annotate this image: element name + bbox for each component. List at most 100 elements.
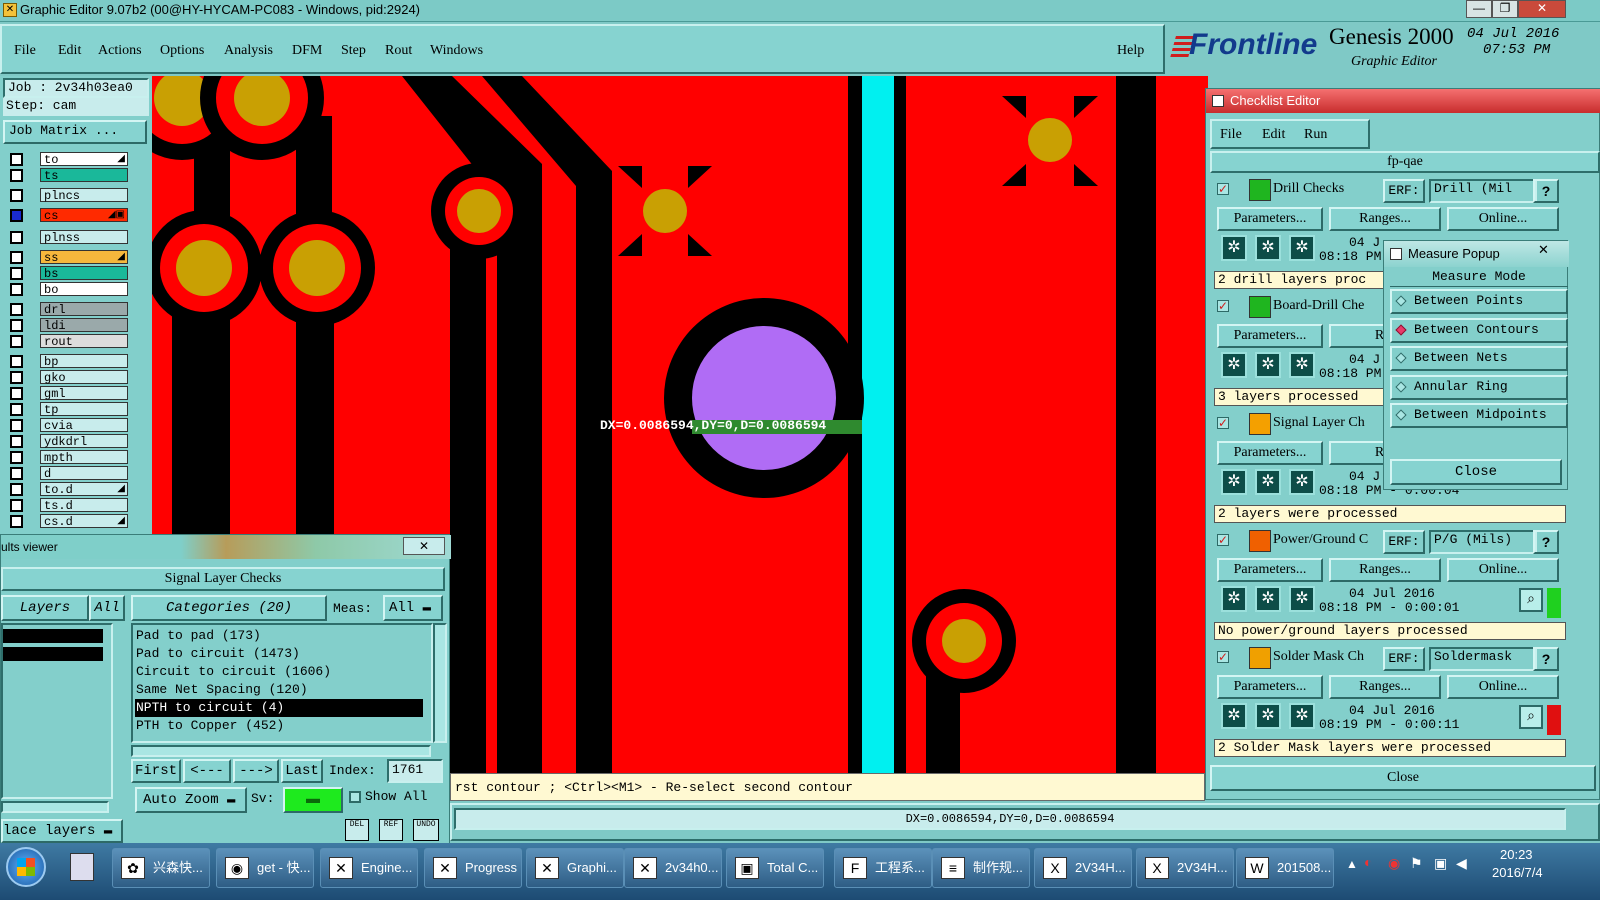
- taskbar-item[interactable]: F 工程系...: [834, 848, 932, 888]
- category-scrollbar[interactable]: [433, 623, 447, 743]
- close-button[interactable]: ✕: [1518, 0, 1566, 18]
- taskbar-item[interactable]: ✕ 2v34h0...: [624, 848, 722, 888]
- run-check-icon[interactable]: ✲: [1289, 469, 1315, 495]
- measure-close-button[interactable]: Close: [1390, 459, 1562, 485]
- ref-button[interactable]: REF: [379, 819, 403, 841]
- taskbar-item[interactable]: ✕ Progress: [424, 848, 522, 888]
- layer-checkbox[interactable]: [10, 451, 23, 464]
- tray-icon-2[interactable]: ◉: [1388, 856, 1400, 873]
- parameters-button[interactable]: Parameters...: [1217, 675, 1323, 699]
- layer-name[interactable]: cs ◢▣: [40, 208, 128, 223]
- layer-name[interactable]: tp: [40, 402, 128, 417]
- start-button[interactable]: [6, 847, 46, 887]
- category-item[interactable]: Same Net Spacing (120): [135, 681, 423, 699]
- measure-mode-option[interactable]: Between Points: [1390, 289, 1568, 314]
- taskbar-item[interactable]: ◉ get - 快...: [216, 848, 314, 888]
- run-check-icon[interactable]: ✲: [1221, 703, 1247, 729]
- run-check-icon[interactable]: ✲: [1221, 235, 1247, 261]
- index-field[interactable]: 1761: [387, 759, 443, 783]
- last-button[interactable]: Last: [281, 759, 323, 783]
- check-enabled-checkbox[interactable]: ✓: [1217, 417, 1229, 429]
- layer-row[interactable]: ldi: [6, 318, 128, 333]
- menu-actions[interactable]: Actions: [98, 43, 142, 59]
- layer-name[interactable]: ts.d: [40, 498, 128, 513]
- ranges-button[interactable]: Ranges...: [1329, 207, 1441, 231]
- layer-name[interactable]: ts: [40, 168, 128, 183]
- category-item[interactable]: Circuit to circuit (1606): [135, 663, 423, 681]
- layer-name[interactable]: bp: [40, 354, 128, 369]
- check-title[interactable]: Solder Mask Ch: [1273, 649, 1381, 665]
- layers-all-button[interactable]: All: [89, 595, 125, 621]
- checklist-close-button[interactable]: Close: [1210, 765, 1596, 791]
- menu-file[interactable]: File: [14, 43, 36, 59]
- run-check-icon[interactable]: ✲: [1221, 586, 1247, 612]
- check-title[interactable]: Board-Drill Che: [1273, 298, 1381, 314]
- parameters-button[interactable]: Parameters...: [1217, 441, 1323, 465]
- run-check-icon[interactable]: ✲: [1289, 352, 1315, 378]
- layer-checkbox[interactable]: [10, 371, 23, 384]
- layer-name[interactable]: ss ◢: [40, 250, 128, 265]
- layers-tab[interactable]: Layers: [1, 595, 89, 621]
- checklist-menu-file[interactable]: File: [1220, 127, 1242, 143]
- place-layers-select[interactable]: lace layers ▬: [1, 819, 123, 843]
- layer-name[interactable]: d: [40, 466, 128, 481]
- layer-checkbox[interactable]: [10, 355, 23, 368]
- run-check-icon[interactable]: ✲: [1255, 235, 1281, 261]
- run-check-icon[interactable]: ✲: [1255, 703, 1281, 729]
- maximize-button[interactable]: ❐: [1492, 0, 1518, 18]
- prev-button[interactable]: <---: [183, 759, 231, 783]
- del-button[interactable]: DEL: [345, 819, 369, 841]
- layer-name[interactable]: drl: [40, 302, 128, 317]
- online-button[interactable]: Online...: [1447, 207, 1559, 231]
- taskbar-item[interactable]: X 2V34H...: [1136, 848, 1234, 888]
- menu-help[interactable]: Help: [1117, 43, 1144, 59]
- run-check-icon[interactable]: ✲: [1289, 586, 1315, 612]
- layer-name[interactable]: gml: [40, 386, 128, 401]
- layer-row[interactable]: ydkdrl: [6, 434, 128, 449]
- online-button[interactable]: Online...: [1447, 675, 1559, 699]
- results-category-list[interactable]: Pad to pad (173) Pad to circuit (1473) Cir…: [131, 623, 433, 743]
- menu-edit[interactable]: Edit: [58, 43, 81, 59]
- erf-field[interactable]: Soldermask: [1429, 647, 1537, 671]
- menu-windows[interactable]: Windows: [430, 43, 483, 59]
- measure-mode-option[interactable]: Between Midpoints: [1390, 403, 1568, 428]
- check-title[interactable]: Drill Checks: [1273, 181, 1381, 197]
- layer-checkbox[interactable]: [10, 283, 23, 296]
- layer-name[interactable]: ldi: [40, 318, 128, 333]
- taskbar-item[interactable]: ✕ Engine...: [320, 848, 418, 888]
- layer-row[interactable]: mpth: [6, 450, 128, 465]
- layer-name[interactable]: mpth: [40, 450, 128, 465]
- layer-name[interactable]: gko: [40, 370, 128, 385]
- layer-row[interactable]: rout: [6, 334, 128, 349]
- tray-arrow-icon[interactable]: ▲: [1346, 857, 1358, 872]
- layer-row[interactable]: cs ◢▣: [6, 208, 128, 223]
- taskbar-item[interactable]: ▣ Total C...: [726, 848, 824, 888]
- layer-checkbox[interactable]: [10, 499, 23, 512]
- layer-checkbox[interactable]: [10, 435, 23, 448]
- menu-rout[interactable]: Rout: [385, 43, 412, 59]
- menu-analysis[interactable]: Analysis: [224, 43, 273, 59]
- layer-row[interactable]: drl: [6, 302, 128, 317]
- run-check-icon[interactable]: ✲: [1255, 586, 1281, 612]
- layer-checkbox[interactable]: [10, 231, 23, 244]
- layer-checkbox[interactable]: [10, 153, 23, 166]
- list-item[interactable]: [3, 647, 103, 661]
- measure-mode-option[interactable]: Annular Ring: [1390, 374, 1568, 400]
- layer-name[interactable]: to ◢: [40, 152, 128, 167]
- results-layer-list[interactable]: [1, 623, 113, 799]
- ranges-button[interactable]: Ranges...: [1329, 558, 1441, 582]
- job-matrix-button[interactable]: Job Matrix ...: [3, 120, 147, 144]
- layer-row[interactable]: to.d ◢: [6, 482, 128, 497]
- tray-volume-icon[interactable]: ◀: [1456, 856, 1467, 873]
- category-hscrollbar[interactable]: [131, 745, 431, 757]
- layer-checkbox[interactable]: [10, 303, 23, 316]
- run-check-icon[interactable]: ✲: [1289, 235, 1315, 261]
- layer-hscrollbar[interactable]: [1, 801, 109, 813]
- category-item[interactable]: NPTH to circuit (4): [135, 699, 423, 717]
- layer-row[interactable]: ts: [6, 168, 128, 183]
- layer-checkbox[interactable]: [10, 483, 23, 496]
- menu-dfm[interactable]: DFM: [292, 43, 322, 59]
- layer-checkbox[interactable]: [10, 335, 23, 348]
- next-button[interactable]: --->: [233, 759, 279, 783]
- layer-checkbox[interactable]: [10, 387, 23, 400]
